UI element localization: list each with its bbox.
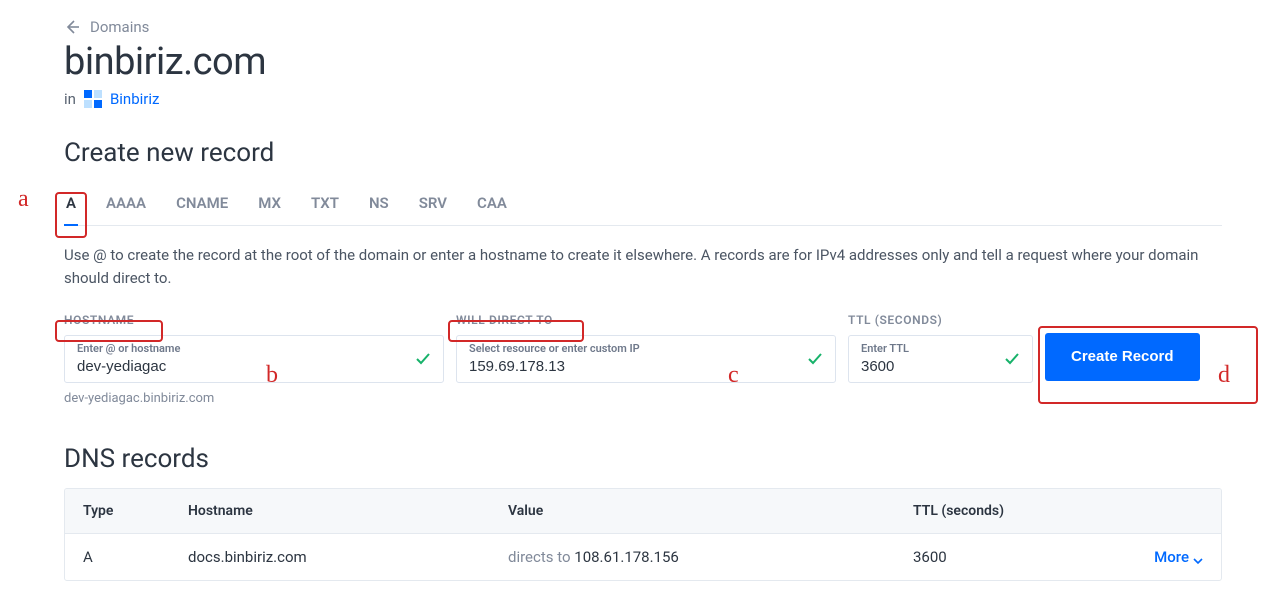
cell-value-ip: 108.61.178.156 <box>574 548 679 566</box>
tab-a[interactable]: A <box>64 186 78 226</box>
tab-srv[interactable]: SRV <box>417 186 449 225</box>
tab-aaaa[interactable]: AAAA <box>104 186 148 225</box>
back-to-domains-link[interactable]: Domains <box>64 18 1222 36</box>
tab-txt[interactable]: TXT <box>309 186 341 225</box>
dns-records-heading: DNS records <box>64 444 1222 474</box>
table-row: A docs.binbiriz.com directs to 108.61.17… <box>65 533 1221 580</box>
directto-input-container[interactable]: Select resource or enter custom IP <box>456 335 836 383</box>
cell-value: directs to 108.61.178.156 <box>508 548 913 566</box>
hostname-input-container[interactable]: Enter @ or hostname <box>64 335 444 383</box>
page-title: binbiriz.com <box>64 40 1222 84</box>
ttl-label: TTL (SECONDS) <box>848 313 1033 327</box>
tab-mx[interactable]: MX <box>256 186 283 225</box>
cell-host: docs.binbiriz.com <box>188 548 508 566</box>
row-more-menu[interactable]: More <box>1133 548 1203 566</box>
back-label: Domains <box>90 18 149 36</box>
hostname-inner-label: Enter @ or hostname <box>77 342 403 355</box>
table-header-row: Type Hostname Value TTL (seconds) <box>65 489 1221 533</box>
tab-ns[interactable]: NS <box>367 186 391 225</box>
hostname-input[interactable] <box>77 358 403 375</box>
cell-ttl: 3600 <box>913 548 1133 566</box>
ttl-input[interactable] <box>861 358 992 375</box>
record-type-tabs: A AAAA CNAME MX TXT NS SRV CAA <box>64 186 1222 226</box>
check-icon <box>1003 350 1021 368</box>
arrow-left-icon <box>64 19 80 35</box>
tab-cname[interactable]: CNAME <box>174 186 230 225</box>
check-icon <box>414 350 432 368</box>
create-record-button[interactable]: Create Record <box>1045 333 1200 381</box>
project-link[interactable]: Binbiriz <box>110 90 160 108</box>
create-record-heading: Create new record <box>64 138 1222 168</box>
cell-value-prefix: directs to <box>508 548 574 566</box>
col-type: Type <box>83 503 188 519</box>
project-icon <box>84 90 102 108</box>
col-value: Value <box>508 503 913 519</box>
check-icon <box>806 350 824 368</box>
col-host: Hostname <box>188 503 508 519</box>
ttl-inner-label: Enter TTL <box>861 342 992 355</box>
dns-records-table: Type Hostname Value TTL (seconds) A docs… <box>64 488 1222 581</box>
directto-input[interactable] <box>469 358 795 375</box>
col-ttl: TTL (seconds) <box>913 503 1133 519</box>
directto-inner-label: Select resource or enter custom IP <box>469 342 795 355</box>
cell-type: A <box>83 548 188 566</box>
project-row: in Binbiriz <box>64 90 1222 108</box>
hostname-hint: dev-yediagac.binbiriz.com <box>64 391 444 406</box>
directto-label: WILL DIRECT TO <box>456 313 836 327</box>
record-type-description: Use @ to create the record at the root o… <box>64 244 1222 291</box>
project-prefix: in <box>64 90 76 108</box>
chevron-down-icon <box>1193 552 1203 562</box>
more-label: More <box>1154 548 1189 566</box>
hostname-label: HOSTNAME <box>64 313 444 327</box>
tab-caa[interactable]: CAA <box>475 186 509 225</box>
